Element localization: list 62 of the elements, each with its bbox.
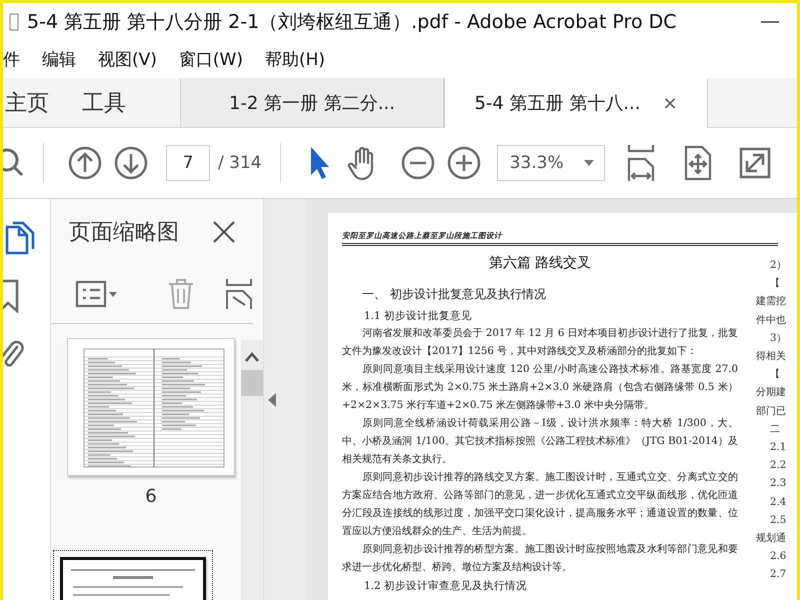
text-line: 3）	[769, 332, 788, 346]
zoom-out-button[interactable]	[400, 146, 435, 180]
zoom-in-button[interactable]	[446, 146, 481, 180]
close-tab-button[interactable]: ×	[662, 92, 678, 114]
body-paragraph: 原则同意项目主线采用设计速度 120 公里/小时高速公路技术标准。路基宽度 27.0 米，标准横断面形式为 2×0.75 米土路肩+2×3.0 米硬路肩（包含右侧路缘带 0.5 米）+2×2×3.75 米行车道+2×0.75 米左侧路缘带+3.0 米中央分隔带。	[342, 362, 738, 413]
nav-tab[interactable]: 工具	[80, 78, 180, 127]
text-line: 建需挖	[756, 294, 787, 310]
page-tool-icon[interactable]	[225, 277, 253, 311]
text-line: 2.4	[769, 496, 788, 510]
body-paragraph: 原则同意初步设计推荐的路线交叉方案。施工图设计时，互通式立交、分离式立交的方案应结合地方政府、公路等部门的意见，进一步优化互通式立交平纵面线形，优化匝道分汇段及连接线的线形过度，加强平交口渠化设计，提高服务水平；通道设置的数量、位置应以方便沿线群众的生产、生活为前提。	[342, 470, 738, 539]
close-button[interactable]	[213, 221, 235, 243]
previous-page-button[interactable]	[68, 146, 102, 180]
text-line: 【	[769, 276, 781, 292]
collapse-arrow-icon[interactable]	[268, 392, 276, 406]
body-paragraph: 河南省发展和改革委员会于 2017 年 12 月 6 日对本项目初步设计进行了批复，批复文件为豫发改设计【2017】1256 号，其中对路线交叉及桥涵部分的批复如下：	[342, 326, 738, 359]
pages-icon[interactable]	[5, 221, 35, 255]
text-line: 2）	[769, 259, 788, 273]
text-line: 【	[769, 368, 781, 382]
text-line: 2.1	[769, 441, 788, 456]
caret-icon	[584, 160, 594, 166]
menu-item[interactable]: 窗口(W)	[178, 48, 243, 70]
text-line: 2.3	[769, 477, 788, 492]
page-number: 6	[145, 486, 157, 509]
text-line: 分期建	[756, 386, 787, 400]
text-line: 部门已	[756, 404, 787, 419]
page-count: / 314	[218, 153, 262, 173]
page-number-field[interactable]: 7	[166, 145, 210, 181]
menu-item[interactable]: 编辑	[42, 48, 76, 70]
full-screen-button[interactable]	[738, 147, 771, 179]
menu-item[interactable]: 视图(V)	[98, 48, 157, 70]
body-paragraph: 原则同意全线桥涵设计荷载采用公路－Ⅰ级，设计洪水频率：特大桥 1/300，大、中、小桥及涵洞 1/100。其它技术指标按照《公路工程技术标准》（JTG B01-2014）及相关规范有关条文执行。	[342, 416, 738, 467]
text-line: 2.7	[769, 568, 788, 582]
next-page-button[interactable]	[114, 146, 148, 180]
scroll-thumb[interactable]	[241, 370, 263, 396]
text-line: 2.5	[769, 514, 788, 528]
thumbnail-item[interactable]: 6	[61, 332, 241, 543]
fit-page-button[interactable]	[682, 145, 713, 181]
text-line: 件中也	[756, 314, 787, 328]
scrollbar[interactable]	[241, 340, 263, 600]
scroll-up-icon[interactable]	[245, 352, 259, 362]
document-icon	[9, 12, 19, 30]
text-line: 二	[769, 422, 781, 437]
document-tab[interactable]: 5-4 第五册 第十八... ×	[444, 78, 708, 128]
subsection-heading: 1.2 初步设计审查意见及执行情况	[363, 579, 528, 594]
text-line: 得相关	[756, 350, 787, 364]
section-heading: 一、 初步设计批复意见及执行情况	[361, 286, 547, 303]
menu-item[interactable]: 帮助(H)	[264, 48, 326, 70]
body-paragraph: 原则同意初步设计推荐的桥型方案。施工图设计时应按照地震及水利等部门意见和要求进一步优化桥型、桥跨、墩位方案及结构设计等。	[342, 542, 738, 575]
text-line: 规划通	[756, 532, 787, 546]
search-icon[interactable]	[3, 147, 25, 179]
menu-item[interactable]: 件	[3, 48, 20, 70]
nav-tab[interactable]: 主页	[3, 78, 66, 127]
text-line: 2.2	[769, 459, 788, 474]
text-line: 2.6	[769, 550, 788, 564]
options-button[interactable]	[75, 280, 119, 308]
window-title: 5-4 第五册 第十八分册 2-1（刘垮枢纽互通）.pdf - Adobe Acrobat Pro DC	[27, 10, 678, 34]
document-tab[interactable]: 1-2 第一册 第二分...	[180, 78, 444, 127]
zoom-dropdown[interactable]: 33.3%	[496, 145, 605, 181]
subsection-heading: 1.1 初步设计批复意见	[363, 309, 474, 324]
bookmark-icon[interactable]	[3, 279, 19, 313]
chapter-title: 第六篇 路线交叉	[488, 254, 592, 272]
panel-title: 页面缩略图	[69, 219, 179, 247]
